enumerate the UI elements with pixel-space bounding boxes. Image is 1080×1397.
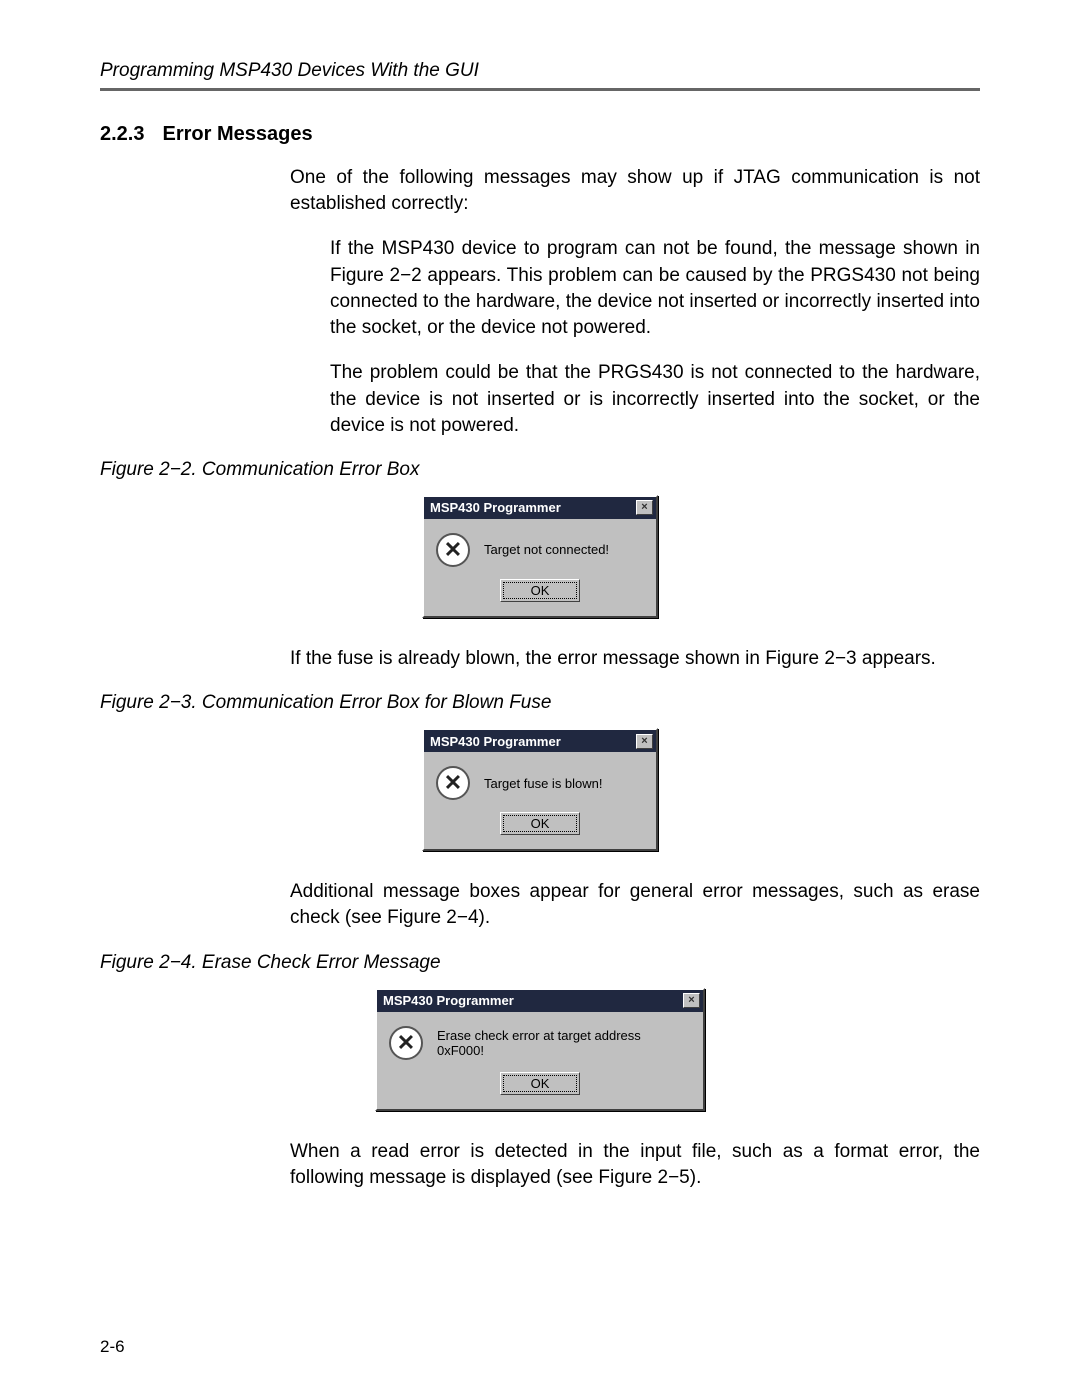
close-icon[interactable]: × — [636, 500, 653, 515]
dialog-erase-check: MSP430 Programmer × ✕ Erase check error … — [375, 988, 705, 1111]
dialog-titlebar: MSP430 Programmer × — [424, 497, 656, 519]
dialog-message: Target not connected! — [484, 542, 609, 557]
dialog-titlebar: MSP430 Programmer × — [377, 990, 703, 1012]
error-icon: ✕ — [389, 1026, 423, 1060]
paragraph-1: If the MSP430 device to program can not … — [330, 236, 980, 341]
section-number: 2.2.3 — [100, 123, 144, 145]
figure-2-3-caption: Figure 2−3. Communication Error Box for … — [100, 692, 980, 714]
dialog-target-not-connected: MSP430 Programmer × ✕ Target not connect… — [422, 495, 658, 618]
dialog-title: MSP430 Programmer — [430, 500, 561, 515]
close-icon[interactable]: × — [683, 993, 700, 1008]
dialog-title: MSP430 Programmer — [430, 734, 561, 749]
error-icon: ✕ — [436, 766, 470, 800]
paragraph-4: Additional message boxes appear for gene… — [290, 879, 980, 931]
section-heading: 2.2.3 Error Messages — [100, 123, 980, 146]
ok-button[interactable]: OK — [500, 579, 580, 602]
paragraph-5: When a read error is detected in the inp… — [290, 1139, 980, 1191]
paragraph-2: The problem could be that the PRGS430 is… — [330, 360, 980, 439]
dialog-fuse-blown: MSP430 Programmer × ✕ Target fuse is blo… — [422, 728, 658, 851]
dialog-title: MSP430 Programmer — [383, 993, 514, 1008]
page-number: 2-6 — [100, 1337, 125, 1357]
dialog-message: Erase check error at target address 0xF0… — [437, 1028, 691, 1058]
close-icon[interactable]: × — [636, 734, 653, 749]
ok-button[interactable]: OK — [500, 812, 580, 835]
error-icon: ✕ — [436, 533, 470, 567]
ok-button[interactable]: OK — [500, 1072, 580, 1095]
section-title: Error Messages — [162, 123, 312, 145]
paragraph-3: If the fuse is already blown, the error … — [290, 646, 980, 672]
dialog-message: Target fuse is blown! — [484, 776, 603, 791]
figure-2-4-caption: Figure 2−4. Erase Check Error Message — [100, 952, 980, 974]
figure-2-2-caption: Figure 2−2. Communication Error Box — [100, 459, 980, 481]
running-header: Programming MSP430 Devices With the GUI — [100, 60, 980, 91]
dialog-titlebar: MSP430 Programmer × — [424, 730, 656, 752]
paragraph-intro: One of the following messages may show u… — [290, 165, 980, 217]
